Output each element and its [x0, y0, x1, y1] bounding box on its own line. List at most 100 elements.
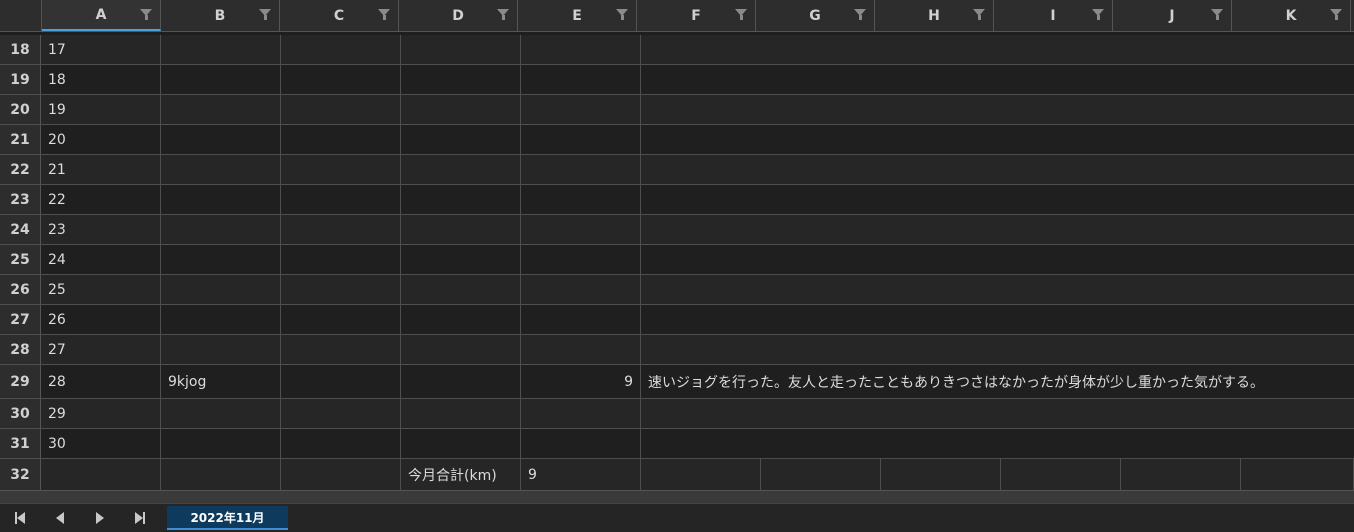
filter-icon[interactable] [735, 9, 747, 20]
cell-d[interactable] [401, 399, 521, 428]
cell-d[interactable] [401, 185, 521, 214]
cell-c[interactable] [281, 429, 401, 458]
cell-f-merged[interactable] [641, 35, 1354, 64]
cell-b[interactable] [161, 459, 281, 490]
cell-d[interactable] [401, 305, 521, 334]
cell-f-merged[interactable] [641, 155, 1354, 184]
cell-f-merged[interactable] [641, 305, 1354, 334]
filter-icon[interactable] [497, 9, 509, 20]
cell-a[interactable]: 18 [41, 65, 161, 94]
next-sheet-button[interactable] [80, 504, 120, 532]
cell-b[interactable] [161, 335, 281, 364]
total-value-cell[interactable]: 9 [521, 459, 641, 490]
cell-e[interactable] [521, 335, 641, 364]
cell-f-merged[interactable] [641, 275, 1354, 304]
cell-a[interactable]: 26 [41, 305, 161, 334]
cell-e[interactable] [521, 125, 641, 154]
cell-a[interactable]: 22 [41, 185, 161, 214]
cell-h[interactable] [881, 459, 1001, 490]
filter-icon[interactable] [140, 9, 152, 20]
row-header[interactable]: 30 [0, 399, 41, 428]
column-header-g[interactable]: G [756, 0, 875, 31]
filter-icon[interactable] [1211, 9, 1223, 20]
total-label-cell[interactable]: 今月合計(km) [401, 459, 521, 490]
cell-d[interactable] [401, 35, 521, 64]
row-header[interactable]: 24 [0, 215, 41, 244]
cell-e[interactable] [521, 155, 641, 184]
cell-b[interactable] [161, 245, 281, 274]
cell-d[interactable] [401, 335, 521, 364]
cell-c[interactable] [281, 245, 401, 274]
cell-g[interactable] [761, 459, 881, 490]
cell-d[interactable] [401, 245, 521, 274]
cell-f-merged[interactable]: 速いジョグを行った。友人と走ったこともありきつさはなかったが身体が少し重かった気… [641, 365, 1354, 398]
cell-d[interactable] [401, 95, 521, 124]
cell-a[interactable]: 21 [41, 155, 161, 184]
cell-b[interactable] [161, 399, 281, 428]
sheet-tab-active[interactable]: 2022年11月 [167, 506, 288, 530]
row-header[interactable]: 31 [0, 429, 41, 458]
cell-c[interactable] [281, 125, 401, 154]
cell-b[interactable] [161, 155, 281, 184]
prev-sheet-button[interactable] [40, 504, 80, 532]
cell-b[interactable] [161, 185, 281, 214]
cell-d[interactable] [401, 429, 521, 458]
cell-d[interactable] [401, 65, 521, 94]
cell-e[interactable] [521, 95, 641, 124]
cell-c[interactable] [281, 185, 401, 214]
cell-e[interactable] [521, 245, 641, 274]
cell-e[interactable] [521, 35, 641, 64]
cell-e[interactable] [521, 215, 641, 244]
first-sheet-button[interactable] [0, 504, 40, 532]
cell-a[interactable]: 29 [41, 399, 161, 428]
cell-d[interactable] [401, 275, 521, 304]
cell-a[interactable]: 30 [41, 429, 161, 458]
cell-c[interactable] [281, 365, 401, 398]
cell-a[interactable]: 24 [41, 245, 161, 274]
cell-f[interactable] [641, 459, 761, 490]
cell-b[interactable] [161, 429, 281, 458]
row-header[interactable]: 32 [0, 459, 41, 490]
cell-d[interactable] [401, 215, 521, 244]
cell-e[interactable] [521, 275, 641, 304]
cell-f-merged[interactable] [641, 125, 1354, 154]
column-header-d[interactable]: D [399, 0, 518, 31]
cell-f-merged[interactable] [641, 95, 1354, 124]
row-header[interactable]: 23 [0, 185, 41, 214]
column-header-e[interactable]: E [518, 0, 637, 31]
cell-f-merged[interactable] [641, 335, 1354, 364]
row-header[interactable]: 20 [0, 95, 41, 124]
cell-f-merged[interactable] [641, 185, 1354, 214]
cell-f-merged[interactable] [641, 399, 1354, 428]
horizontal-scrollbar[interactable] [0, 490, 1354, 504]
row-header[interactable]: 22 [0, 155, 41, 184]
cell-f-merged[interactable] [641, 215, 1354, 244]
cell-b[interactable] [161, 305, 281, 334]
cell-b[interactable] [161, 35, 281, 64]
filter-icon[interactable] [378, 9, 390, 20]
cell-c[interactable] [281, 35, 401, 64]
column-header-i[interactable]: I [994, 0, 1113, 31]
cell-a[interactable]: 19 [41, 95, 161, 124]
filter-icon[interactable] [616, 9, 628, 20]
cell-b[interactable] [161, 215, 281, 244]
cell-c[interactable] [281, 65, 401, 94]
cell-c[interactable] [281, 459, 401, 490]
cell-e[interactable] [521, 429, 641, 458]
cell-i[interactable] [1001, 459, 1121, 490]
cell-e[interactable] [521, 305, 641, 334]
cell-a[interactable]: 17 [41, 35, 161, 64]
cell-e[interactable] [521, 65, 641, 94]
cell-b[interactable]: 9kjog [161, 365, 281, 398]
cell-b[interactable] [161, 275, 281, 304]
row-header[interactable]: 19 [0, 65, 41, 94]
cell-j[interactable] [1121, 459, 1241, 490]
column-header-c[interactable]: C [280, 0, 399, 31]
row-header[interactable]: 28 [0, 335, 41, 364]
cell-a[interactable] [41, 459, 161, 490]
cell-a[interactable]: 23 [41, 215, 161, 244]
row-header[interactable]: 29 [0, 365, 41, 398]
cell-a[interactable]: 28 [41, 365, 161, 398]
cell-d[interactable] [401, 125, 521, 154]
cell-d[interactable] [401, 155, 521, 184]
